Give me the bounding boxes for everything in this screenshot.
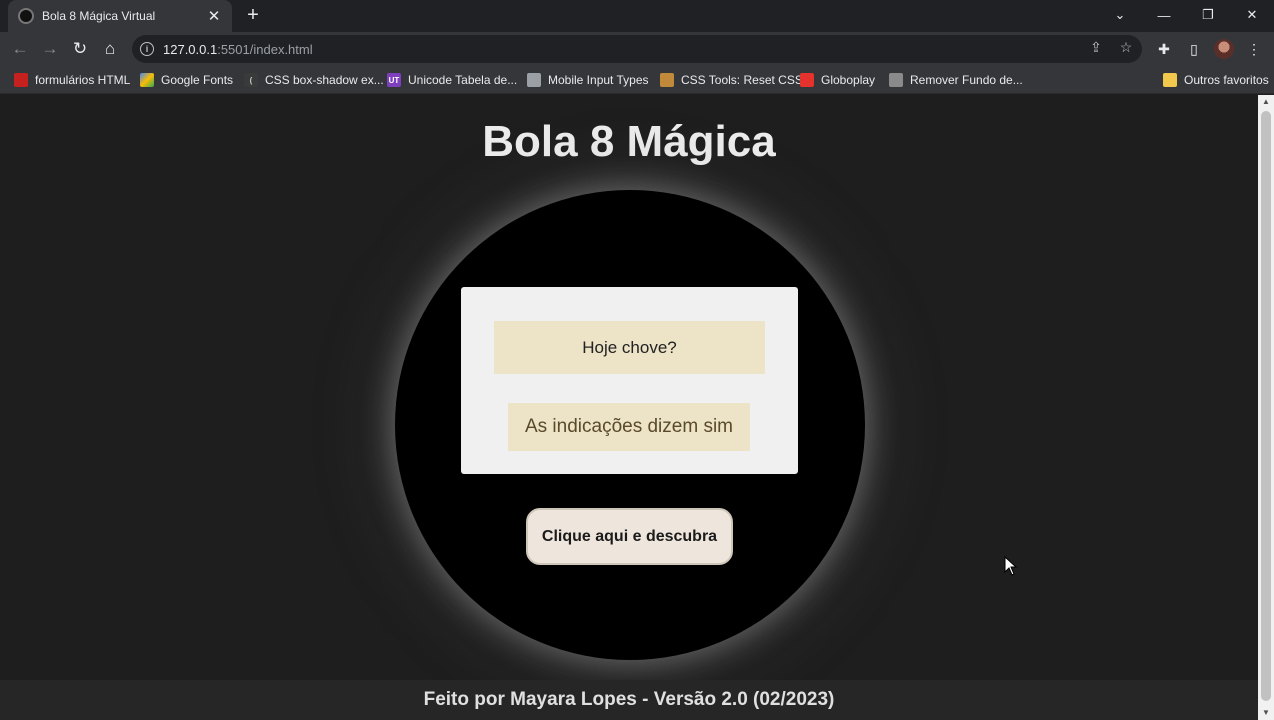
url-path: :5501/index.html	[217, 41, 313, 57]
reload-icon[interactable]: ↻	[68, 37, 92, 61]
forward-icon[interactable]: →	[38, 37, 62, 61]
scroll-up-icon[interactable]: ▲	[1258, 95, 1274, 109]
bookmark-label: Remover Fundo de...	[910, 73, 1023, 87]
page-viewport: Bola 8 Mágica As indicações dizem sim Cl…	[0, 95, 1258, 720]
bookmark-item[interactable]: UT Unicode Tabela de...	[387, 72, 517, 88]
restore-icon[interactable]: ❐	[1186, 0, 1230, 30]
css-tools-icon	[660, 73, 674, 87]
site-info-icon[interactable]: i	[140, 42, 154, 56]
bookmark-label: Mobile Input Types	[548, 73, 649, 87]
other-bookmarks-folder[interactable]: Outros favoritos	[1163, 72, 1269, 88]
tab-favicon-icon	[18, 8, 34, 24]
close-window-icon[interactable]: ✕	[1230, 0, 1274, 30]
bookmark-label: formulários HTML	[35, 73, 131, 87]
back-icon[interactable]: ←	[8, 37, 32, 61]
bookmark-label: Outros favoritos	[1184, 73, 1269, 87]
bookmark-label: Google Fonts	[161, 73, 234, 87]
home-icon[interactable]: ⌂	[98, 37, 122, 61]
ask-button[interactable]: Clique aqui e descubra	[526, 508, 733, 565]
bookmark-item[interactable]: Remover Fundo de...	[889, 72, 1023, 88]
address-bar[interactable]: i 127.0.0.1 :5501/index.html ⇪ ☆	[132, 35, 1142, 63]
bookmark-label: CSS Tools: Reset CSS	[681, 73, 803, 87]
bookmark-icon	[889, 73, 903, 87]
bookmark-icon	[14, 73, 28, 87]
bookmark-item[interactable]: Mobile Input Types	[527, 72, 649, 88]
window-controls: ⌄ — ❐ ✕	[1098, 0, 1274, 32]
extensions-icon[interactable]: ✚	[1152, 37, 1176, 61]
browser-toolbar: ← → ↻ ⌂ i 127.0.0.1 :5501/index.html ⇪ ☆…	[0, 32, 1274, 66]
bookmark-icon: (	[244, 73, 258, 87]
bookmark-star-icon[interactable]: ☆	[1118, 39, 1134, 56]
tab-bar: Bola 8 Mágica Virtual ✕ + ⌄ — ❐ ✕	[0, 0, 1274, 32]
bookmarks-bar: formulários HTML Google Fonts ( CSS box-…	[0, 66, 1274, 94]
browser-tab[interactable]: Bola 8 Mágica Virtual ✕	[8, 0, 232, 32]
new-tab-button[interactable]: +	[242, 4, 264, 26]
scrollbar[interactable]: ▲ ▼	[1258, 95, 1274, 720]
share-icon[interactable]: ⇪	[1088, 39, 1104, 56]
page-icon	[527, 73, 541, 87]
footer: Feito por Mayara Lopes - Versão 2.0 (02/…	[0, 680, 1258, 720]
side-panel-icon[interactable]: ▯	[1182, 37, 1206, 61]
bookmark-item[interactable]: ( CSS box-shadow ex...	[244, 72, 384, 88]
bookmark-item[interactable]: formulários HTML	[14, 72, 130, 88]
menu-icon[interactable]: ⋮	[1242, 37, 1266, 61]
mouse-cursor-icon	[1004, 556, 1018, 576]
bookmark-label: Globoplay	[821, 73, 876, 87]
scroll-down-icon[interactable]: ▼	[1258, 706, 1274, 720]
bookmark-item[interactable]: Google Fonts	[140, 72, 233, 88]
google-fonts-icon	[140, 73, 154, 87]
scrollbar-thumb[interactable]	[1261, 111, 1271, 701]
folder-icon	[1163, 73, 1177, 87]
bookmark-item[interactable]: CSS Tools: Reset CSS	[660, 72, 803, 88]
tab-search-icon[interactable]: ⌄	[1098, 0, 1142, 30]
tab-title: Bola 8 Mágica Virtual	[42, 9, 156, 23]
bookmark-label: Unicode Tabela de...	[408, 73, 518, 87]
close-tab-icon[interactable]: ✕	[206, 7, 222, 25]
bookmark-label: CSS box-shadow ex...	[265, 73, 384, 87]
minimize-icon[interactable]: —	[1142, 0, 1186, 30]
question-input[interactable]	[494, 321, 765, 374]
answer-display: As indicações dizem sim	[508, 403, 750, 451]
globoplay-icon	[800, 73, 814, 87]
profile-avatar[interactable]	[1214, 39, 1234, 59]
page-title: Bola 8 Mágica	[482, 117, 776, 166]
bookmark-item[interactable]: Globoplay	[800, 72, 875, 88]
url-host: 127.0.0.1	[163, 41, 218, 57]
unicode-icon: UT	[387, 73, 401, 87]
